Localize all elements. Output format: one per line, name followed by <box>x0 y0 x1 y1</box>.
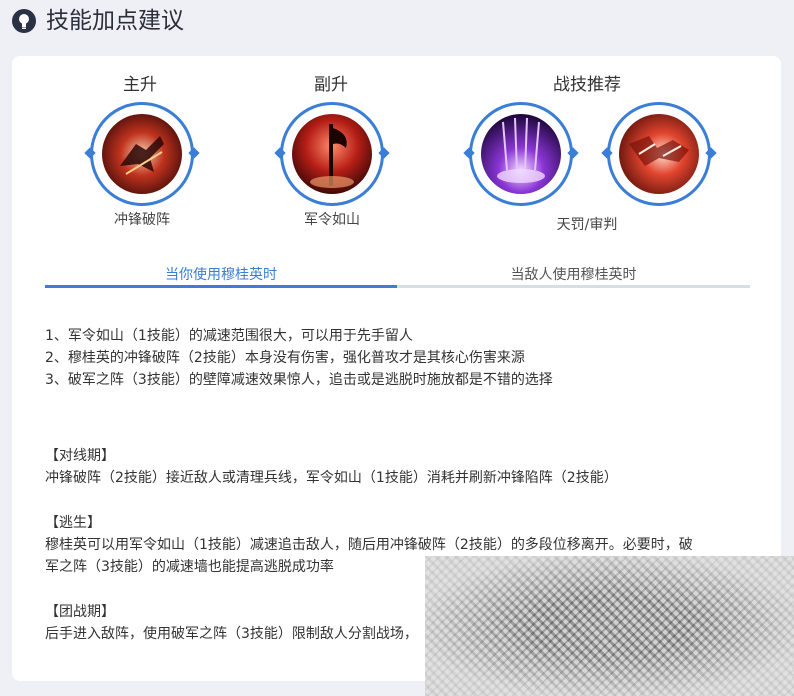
tab-active-indicator <box>45 285 397 288</box>
tip-item: 3、破军之阵（3技能）的壁障减速效果惊人，追击或是逃脱时施放都是不错的选择 <box>45 372 553 388</box>
teamfight-heading: 【团战期】 <box>45 604 115 620</box>
secondary-skill-name: 军令如山 <box>304 212 360 228</box>
judgement-spell-icon <box>619 114 699 194</box>
summoner-skill-name: 天罚/审判 <box>556 217 618 233</box>
secondary-skill-icon-wrapper <box>274 102 390 206</box>
main-skill-name: 冲锋破阵 <box>114 212 170 228</box>
lightbulb-icon <box>12 9 36 33</box>
judgement-spell-icon-wrapper <box>601 102 717 206</box>
tip-item: 1、军令如山（1技能）的减速范围很大，可以用于先手留人 <box>45 328 413 344</box>
tip-item: 2、穆桂英的冲锋破阵（2技能）本身没有伤害，强化普攻才是其核心伤害来源 <box>45 350 525 366</box>
main-upgrade-label: 主升 <box>123 75 157 95</box>
escape-text-line2: 军之阵（3技能）的减速墙也能提高逃脱成功率 <box>45 559 334 575</box>
summoner-skill-label: 战技推荐 <box>553 75 621 95</box>
tab-indicator-track <box>45 285 750 288</box>
punish-spell-icon-wrapper <box>463 102 579 206</box>
tab-when-enemy-plays[interactable]: 当敌人使用穆桂英时 <box>397 266 750 284</box>
laning-text: 冲锋破阵（2技能）接近敌人或清理兵线，军令如山（1技能）消耗并刷新冲锋陷阵（2技… <box>45 470 618 486</box>
teamfight-text: 后手进入敌阵，使用破军之阵（3技能）限制敌人分割战场， <box>45 626 418 642</box>
charge-skill-icon <box>102 114 182 194</box>
command-skill-icon <box>292 114 372 194</box>
tab-when-you-play[interactable]: 当你使用穆桂英时 <box>45 266 397 284</box>
main-skill-icon-wrapper <box>84 102 200 206</box>
section-header: 技能加点建议 <box>0 0 794 56</box>
escape-heading: 【逃生】 <box>45 515 101 531</box>
escape-text-line1: 穆桂英可以用军令如山（1技能）减速追击敌人，随后用冲锋破阵（2技能）的多段位移离… <box>45 537 693 553</box>
section-title: 技能加点建议 <box>46 8 184 34</box>
blur-overlay <box>425 556 794 696</box>
secondary-upgrade-label: 副升 <box>314 75 348 95</box>
laning-heading: 【对线期】 <box>45 448 115 464</box>
punish-spell-icon <box>481 114 561 194</box>
